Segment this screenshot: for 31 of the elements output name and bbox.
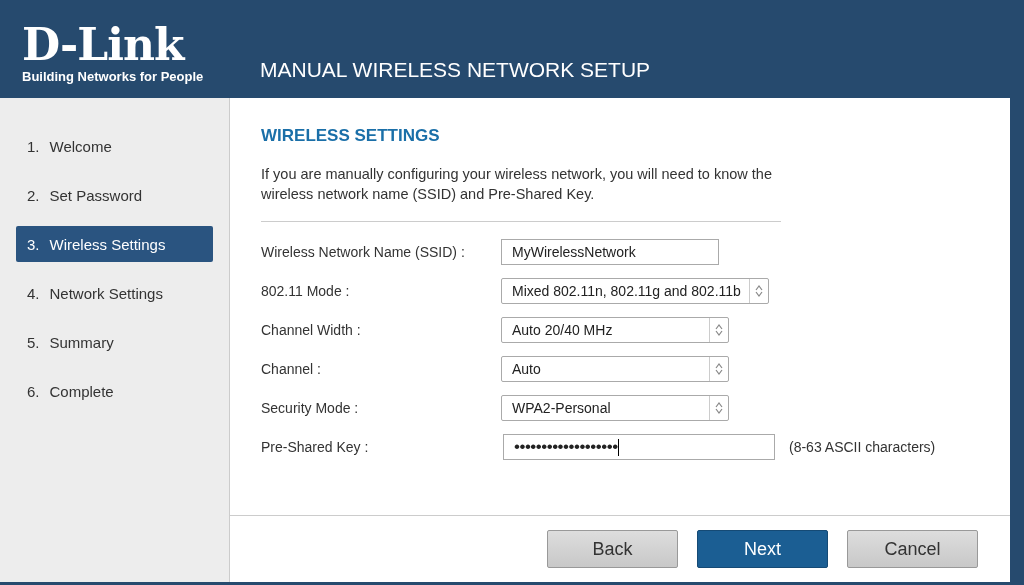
dropdown[interactable]: Auto 20/40 MHz [501,317,729,343]
field-label: Channel Width : [261,322,362,338]
nav-button[interactable]: Back [547,530,678,568]
text-field[interactable]: MyWirelessNetwork [501,239,719,265]
step-item[interactable]: 6. Complete [16,373,213,409]
step-item[interactable]: 4. Network Settings [16,275,213,311]
nav-button[interactable]: Cancel [847,530,978,568]
stepper-icon [715,402,723,414]
step-item[interactable]: 5. Summary [16,324,213,360]
tagline: Building Networks for People [22,69,205,84]
field-label: Security Mode : [261,400,360,416]
stepper-icon [715,324,723,336]
password-field[interactable]: ••••••••••••••••••• [503,434,775,460]
step-item[interactable]: 1. Welcome [16,128,213,164]
section-heading: WIRELESS SETTINGS [261,126,441,146]
logo-text: D-Link [22,23,187,67]
next-button[interactable]: Next [697,530,828,568]
dropdown[interactable]: WPA2-Personal [501,395,729,421]
field-label: Wireless Network Name (SSID) : [261,244,466,260]
stepper-icon [715,363,723,375]
hint-text: (8-63 ASCII characters) [789,439,936,455]
field-label: Pre-Shared Key : [261,439,370,455]
intro-text: If you are manually configuring your wireless network, you will need to know the wireless network name (SSID) and Pre-Shared Key. [261,164,781,222]
dropdown[interactable]: Mixed 802.11n, 802.11g and 802.11b [501,278,769,304]
step-item[interactable]: 2. Set Password [16,177,213,213]
page-title: MANUAL WIRELESS NETWORK SETUP [260,58,651,83]
field-label: Channel : [261,361,322,377]
step-item[interactable]: 3. Wireless Settings [16,226,213,262]
stepper-icon [754,285,763,297]
dropdown[interactable]: Auto [501,356,729,382]
field-label: 802.11 Mode : [261,283,351,299]
